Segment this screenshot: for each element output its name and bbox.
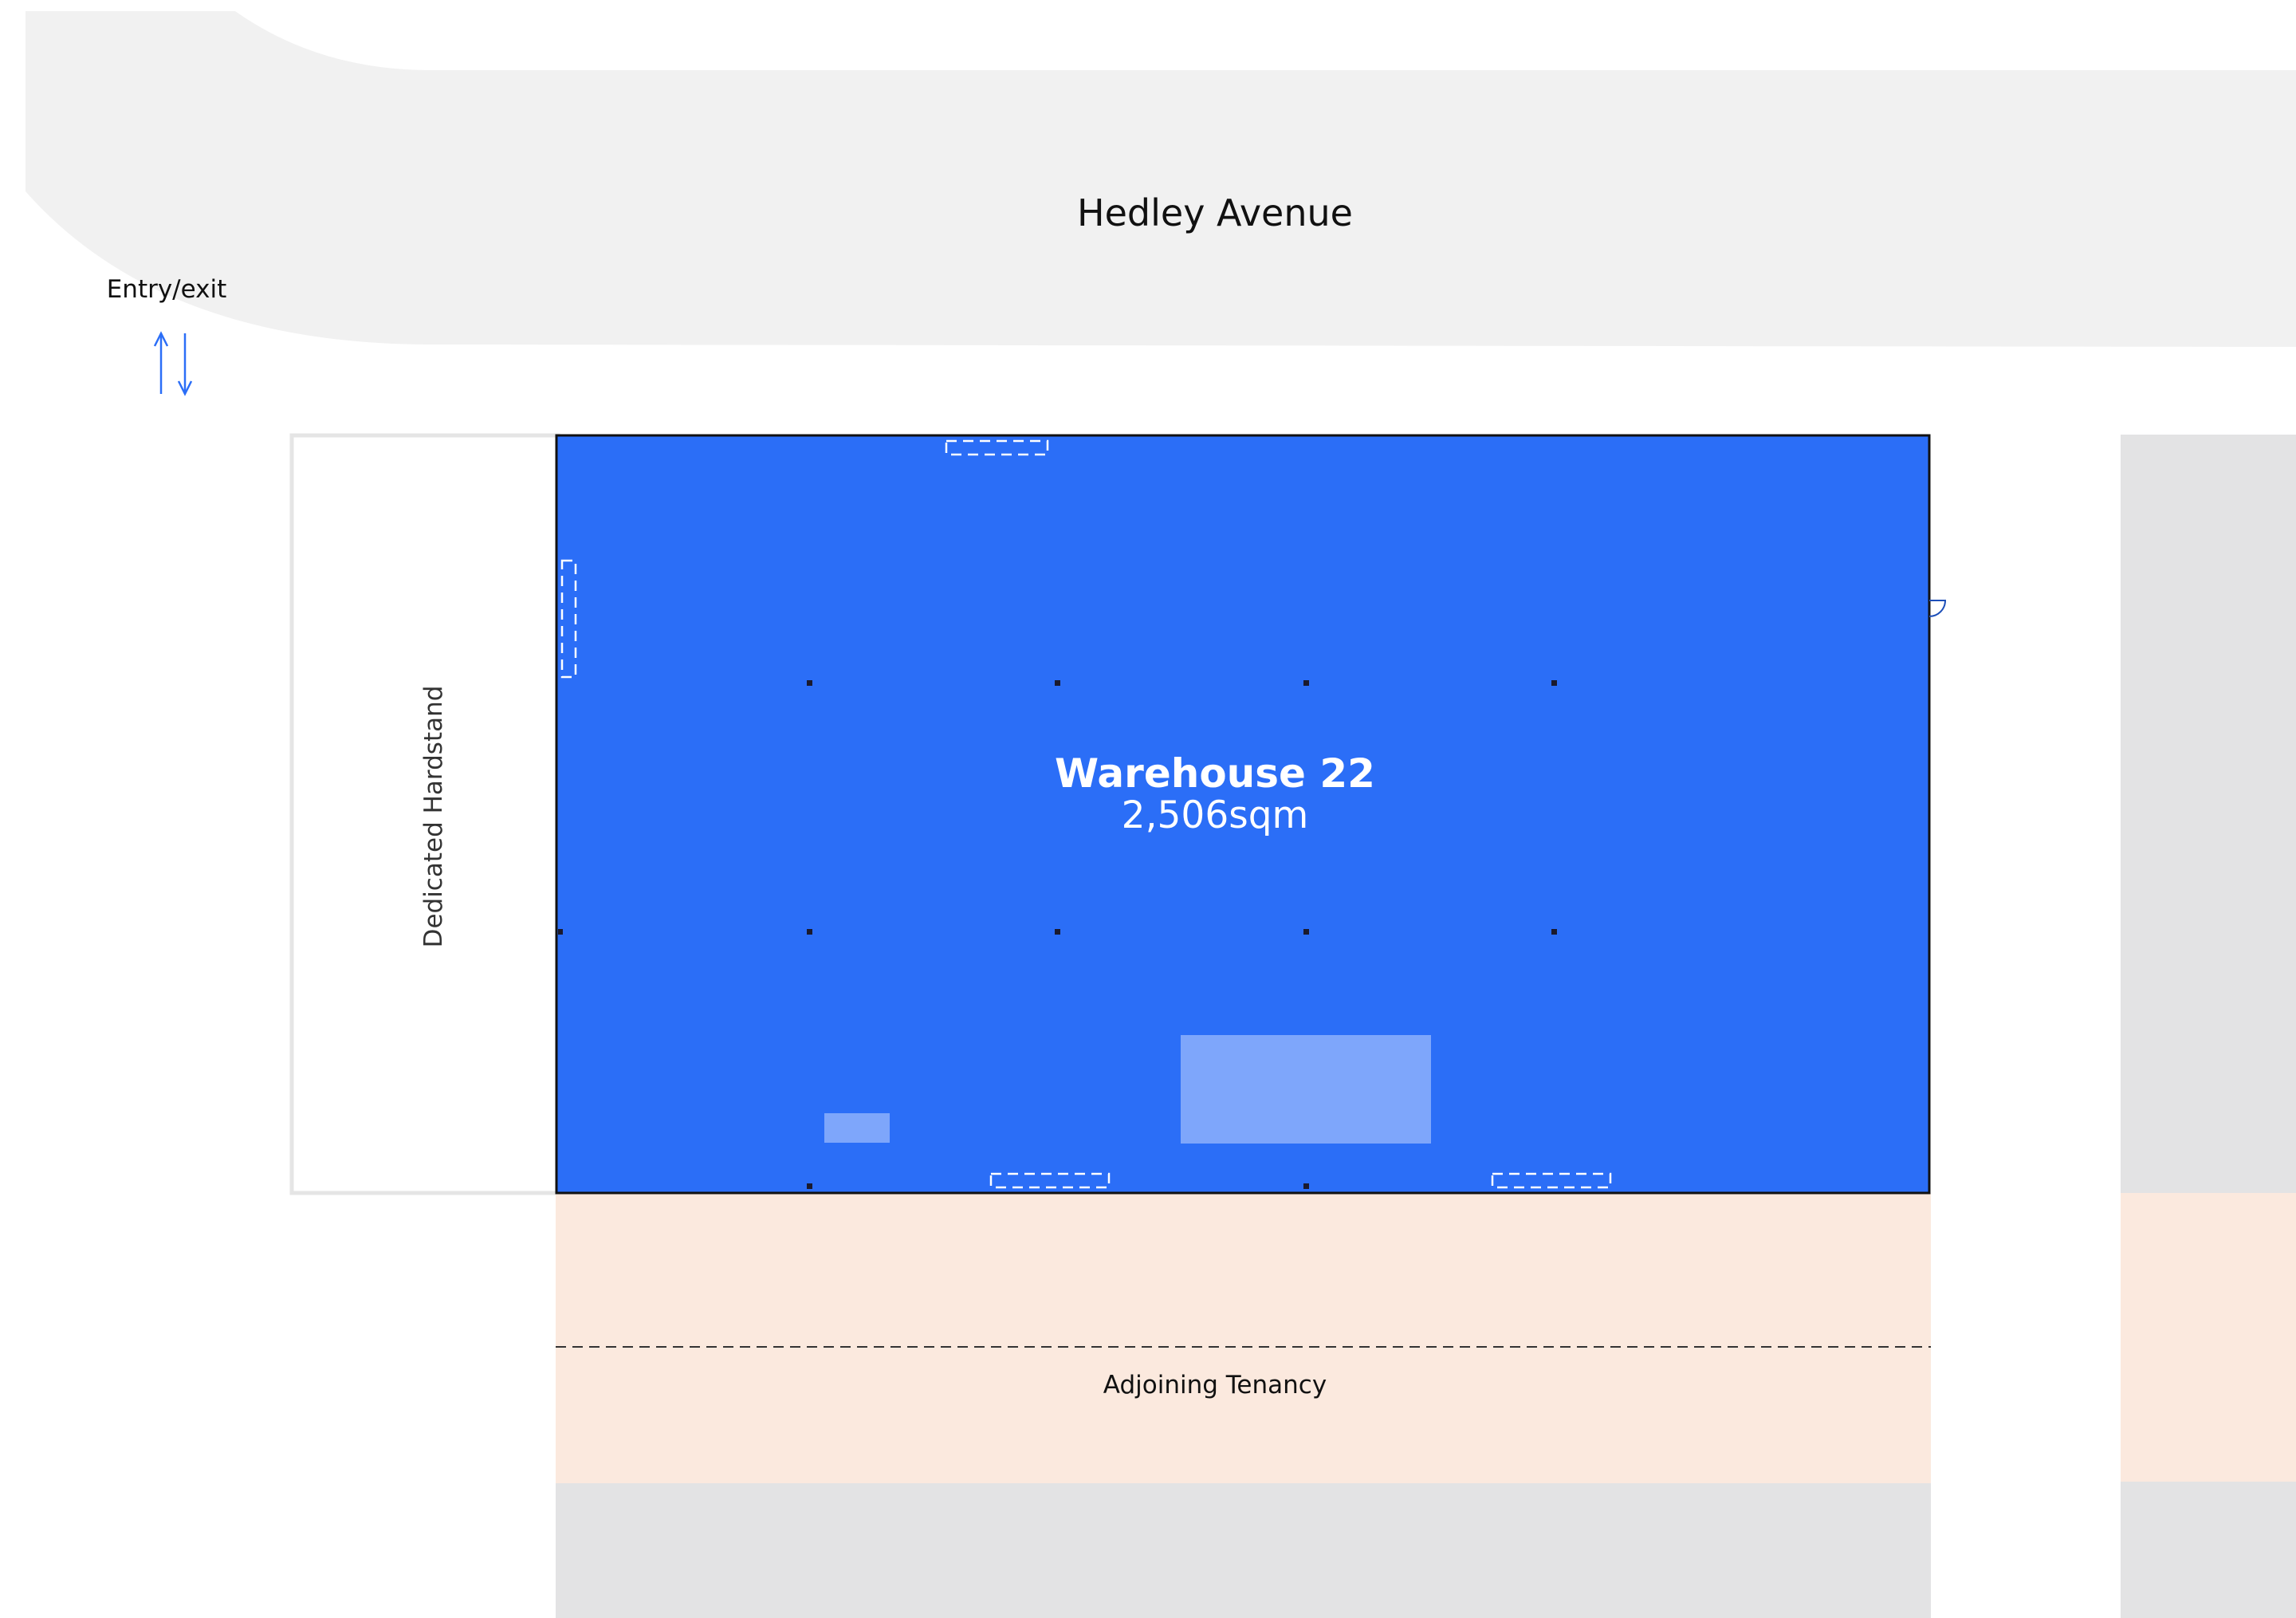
hardstand-label: Dedicated Hardstand [419, 686, 448, 948]
warehouse-name-label: Warehouse 22 [1055, 750, 1375, 797]
road-surface [26, 11, 2296, 347]
neighbour-building-bottom [556, 1483, 1931, 1618]
site-plan: Hedley Avenue Entry/exit Dedicated Hards… [26, 11, 2296, 1618]
entry-exit-label: Entry/exit [107, 275, 227, 304]
office-block [1181, 1035, 1431, 1144]
door-swing-icon [1928, 600, 1947, 617]
adjoining-tenancy-label: Adjoining Tenancy [1103, 1371, 1327, 1400]
street-name-label: Hedley Avenue [1077, 191, 1353, 234]
amenities-block [824, 1113, 890, 1143]
neighbour-adjoining-right [2121, 1193, 2296, 1482]
adjoining-tenancy [556, 1193, 1931, 1483]
warehouse-area-label: 2,506sqm [1122, 793, 1309, 837]
entry-exit-arrows-icon [153, 331, 193, 396]
